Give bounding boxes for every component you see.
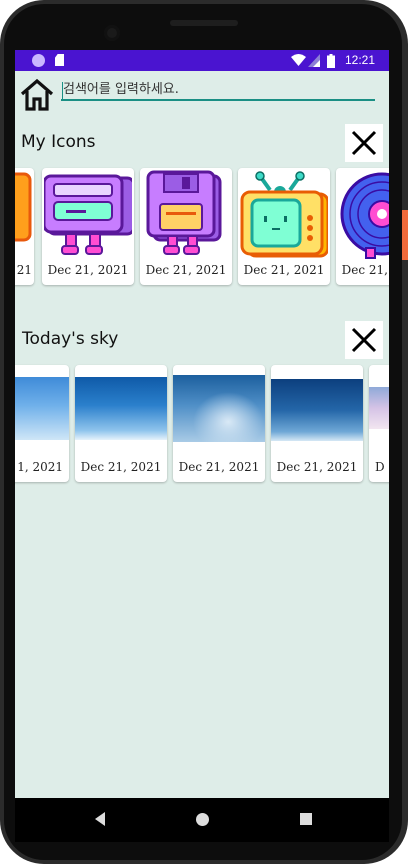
system-nav-bar [15,798,389,842]
card-date: Dec 21, 2021 [243,263,325,277]
recent-apps-icon[interactable] [300,813,312,825]
icon-card[interactable]: Dec 21, 2021 [140,168,232,285]
sky-photo [173,375,265,442]
card-date: Dec 21, 2021 [80,460,162,474]
close-icon [351,130,377,156]
icon-card[interactable]: Dec 21, 2021 [238,168,330,285]
search-input[interactable] [61,79,375,101]
card-date: Dec 21, 2021 [276,460,358,474]
sky-card[interactable]: Dec 21, 2021 [271,365,363,482]
icon-card[interactable]: Dec 21, 2021 [336,168,389,285]
speaker [170,20,238,26]
search-row [15,71,389,117]
section-title-todays-sky: Today's sky [22,329,119,349]
sky-card[interactable]: 1, 2021 [15,365,69,482]
card-date: 21 [16,263,32,277]
power-button [404,318,408,382]
back-icon[interactable] [95,812,105,826]
close-icon [351,327,377,353]
sky-card[interactable]: Dec 21, 2021 [75,365,167,482]
orange-partial-icon [15,170,32,260]
icon-card[interactable]: Dec 21, 2021 [42,168,134,285]
sky-photo [75,377,167,440]
sky-photo [369,387,389,429]
status-bar: 12:21 [15,50,389,71]
text-cursor [62,82,63,99]
section-title-my-icons: My Icons [21,132,96,152]
home-nav-icon[interactable] [196,813,209,826]
close-todays-sky-button[interactable] [345,321,383,359]
sd-card-icon [55,54,64,66]
purple-cassette-robot-icon [44,170,132,260]
vinyl-record-robot-icon [338,170,389,260]
cell-signal-icon [308,54,320,67]
icon-card[interactable]: 21 [15,168,34,285]
sky-card[interactable]: D [369,365,389,482]
card-date: Dec 21, 2021 [341,263,389,277]
status-time: 12:21 [344,53,375,67]
card-date: 1, 2021 [17,460,63,474]
sky-card[interactable]: Dec 21, 2021 [173,365,265,482]
side-accent [402,210,408,260]
front-camera [104,25,120,41]
sky-photo [15,377,69,440]
notification-dot-icon [32,54,45,67]
home-icon[interactable] [19,77,55,113]
card-date: D [375,460,385,474]
card-date: Dec 21, 2021 [145,263,227,277]
card-date: Dec 21, 2021 [47,263,129,277]
tv-robot-icon [240,170,328,260]
floppy-disk-robot-icon [142,170,230,260]
app-screen: 12:21 My Icons 21 [15,50,389,798]
card-date: Dec 21, 2021 [178,460,260,474]
sky-photo [271,379,363,441]
close-my-icons-button[interactable] [345,124,383,162]
battery-icon [327,54,335,68]
wifi-icon [291,54,306,66]
